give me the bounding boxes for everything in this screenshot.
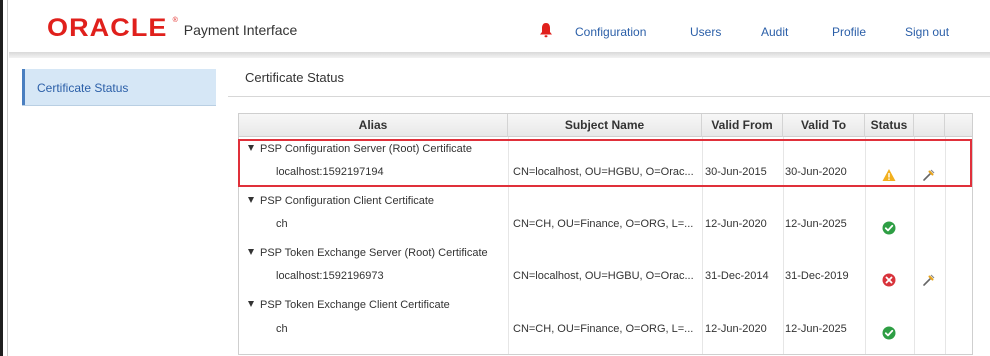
alias-cell[interactable]: ch [276, 323, 288, 335]
column-divider [945, 137, 946, 354]
expand-triangle-icon[interactable] [248, 249, 254, 255]
column-divider [783, 137, 784, 354]
sidebar-item-divider [22, 105, 216, 106]
valid-from-cell: 31-Dec-2014 [705, 270, 769, 282]
nav-sign-out[interactable]: Sign out [905, 25, 949, 39]
valid-to-cell: 12-Jun-2025 [785, 218, 847, 230]
valid-from-cell: 30-Jun-2015 [705, 166, 767, 178]
column-divider [865, 137, 866, 354]
column-header-subject-name[interactable]: Subject Name [508, 114, 702, 137]
nav-configuration[interactable]: Configuration [575, 25, 646, 39]
nav-audit[interactable]: Audit [761, 25, 788, 39]
subject-cell: CN=CH, OU=Finance, O=ORG, L=... [513, 323, 694, 335]
group-row-token-server[interactable]: PSP Token Exchange Server (Root) Certifi… [248, 247, 488, 259]
expand-triangle-icon[interactable] [248, 301, 254, 307]
logo-registered-mark: ® [172, 17, 178, 24]
valid-from-cell: 12-Jun-2020 [705, 218, 767, 230]
warning-icon [882, 169, 896, 181]
header-divider [9, 52, 990, 58]
column-header-valid-from[interactable]: Valid From [702, 114, 783, 137]
oracle-logo: ORACLE ® Payment Interface [47, 14, 298, 42]
valid-to-cell: 12-Jun-2025 [785, 323, 847, 335]
column-divider [508, 137, 509, 354]
group-label: PSP Configuration Client Certificate [260, 195, 435, 207]
check-circle-icon [882, 326, 896, 340]
logo-wordmark: ORACLE [47, 14, 168, 42]
group-label: PSP Configuration Server (Root) Certific… [260, 143, 472, 155]
group-row-config-client[interactable]: PSP Configuration Client Certificate [248, 195, 434, 207]
column-header-valid-to[interactable]: Valid To [783, 114, 865, 137]
title-divider [228, 96, 990, 97]
bell-icon[interactable] [539, 22, 553, 38]
alias-cell[interactable]: localhost:1592197194 [276, 166, 384, 178]
app-header: ORACLE ® Payment Interface Configuration… [9, 0, 990, 54]
subject-cell: CN=CH, OU=Finance, O=ORG, L=... [513, 218, 694, 230]
group-row-token-client[interactable]: PSP Token Exchange Client Certificate [248, 299, 450, 311]
nav-profile[interactable]: Profile [832, 25, 866, 39]
nav-users[interactable]: Users [690, 25, 721, 39]
expand-triangle-icon[interactable] [248, 145, 254, 151]
group-label: PSP Token Exchange Server (Root) Certifi… [260, 247, 488, 259]
valid-to-cell: 31-Dec-2019 [785, 270, 849, 282]
edit-certificate-icon[interactable] [922, 273, 936, 287]
expand-triangle-icon[interactable] [248, 197, 254, 203]
sidebar-item-certificate-status[interactable]: Certificate Status [22, 69, 216, 105]
group-label: PSP Token Exchange Client Certificate [260, 299, 450, 311]
column-divider [702, 137, 703, 354]
certificate-table: Alias Subject Name Valid From Valid To S… [238, 113, 973, 355]
sidebar-item-label: Certificate Status [37, 81, 129, 95]
column-divider [914, 137, 915, 354]
subject-cell: CN=localhost, OU=HGBU, O=Orac... [513, 166, 694, 178]
group-row-config-server[interactable]: PSP Configuration Server (Root) Certific… [248, 143, 472, 155]
column-header-status[interactable]: Status [865, 114, 914, 137]
error-circle-icon [882, 273, 896, 287]
valid-from-cell: 12-Jun-2020 [705, 323, 767, 335]
subject-cell: CN=localhost, OU=HGBU, O=Orac... [513, 270, 694, 282]
edit-certificate-icon[interactable] [922, 168, 936, 182]
table-header: Alias Subject Name Valid From Valid To S… [239, 114, 972, 137]
page-title: Certificate Status [245, 70, 344, 85]
window-left-edge [0, 0, 8, 356]
alias-cell[interactable]: localhost:1592196973 [276, 270, 384, 282]
column-header-alias[interactable]: Alias [239, 114, 508, 137]
column-header-actions [914, 114, 945, 137]
product-name: Payment Interface [183, 22, 298, 38]
alias-cell[interactable]: ch [276, 218, 288, 230]
valid-to-cell: 30-Jun-2020 [785, 166, 847, 178]
column-header-filler [945, 114, 972, 137]
check-circle-icon [882, 221, 896, 235]
